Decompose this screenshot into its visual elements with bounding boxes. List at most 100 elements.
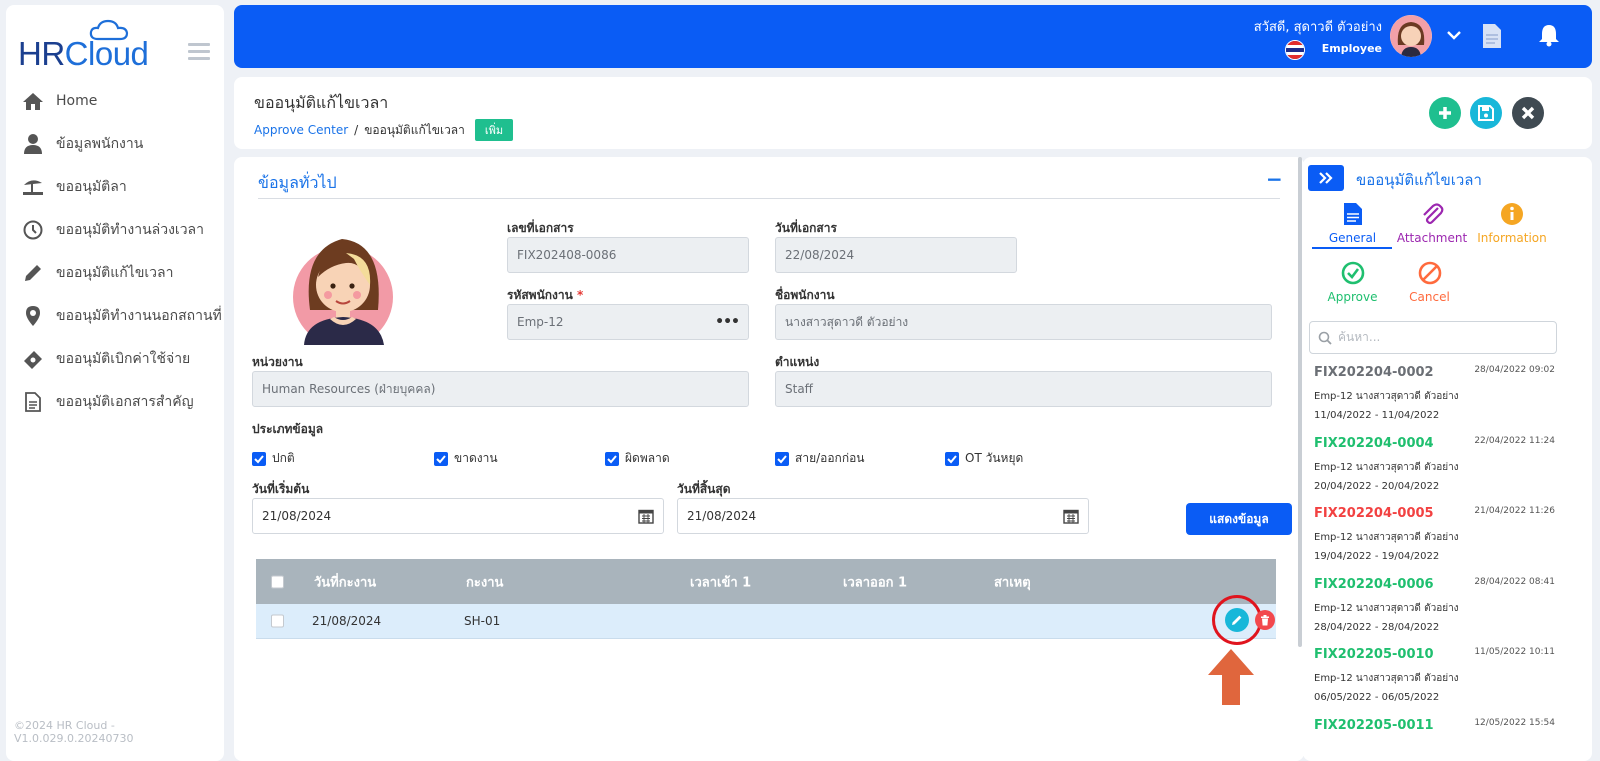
delete-row-button[interactable] [1255,610,1275,630]
col-header-shift-date[interactable]: วันที่กะงาน [314,571,376,592]
hrcloud-logo[interactable]: HRCloud [18,19,158,73]
checkbox-label: ผิดพลาด [625,451,670,465]
emp-code-label: รหัสพนักงาน * [507,286,583,305]
list-item[interactable]: FIX202204-0005 21/04/2022 11:26 Emp-12 น… [1303,503,1592,574]
mode-badge: เพิ่ม [474,119,514,141]
sidebar-item-documents[interactable]: ขออนุมัติเอกสารสำคัญ [6,380,224,423]
list-item-date-range: 06/05/2022 - 06/05/2022 [1314,692,1440,703]
sidebar-item-employee-info[interactable]: ข้อมูลพนักงาน [6,122,224,165]
avatar[interactable] [1390,15,1432,57]
tab-label: Information [1477,231,1547,245]
add-button[interactable] [1429,97,1461,129]
show-data-button[interactable]: แสดงข้อมูล [1186,503,1292,535]
general-info-card: ข้อมูลทั่วไป − เลขที่เอกสาร FIX202408-00… [234,157,1304,761]
select-all-checkbox[interactable] [271,575,284,588]
save-icon [1478,105,1494,121]
list-item[interactable]: FIX202204-0002 28/04/2022 09:02 Emp-12 น… [1303,362,1592,433]
checkbox-late-early[interactable]: สาย/ออกก่อน [775,449,865,468]
collapse-button[interactable]: − [1266,167,1283,191]
plus-icon [1439,107,1451,119]
list-item[interactable]: FIX202204-0006 28/04/2022 08:41 Emp-12 น… [1303,574,1592,645]
cancel-action[interactable]: Cancel [1402,260,1457,304]
col-header-time-in-1[interactable]: เวลาเข้า 1 [690,571,751,592]
approve-action[interactable]: Approve [1325,260,1380,304]
more-options-icon[interactable]: ••• [715,314,740,330]
panel-toggle-button[interactable] [1308,165,1344,191]
close-button[interactable] [1512,97,1544,129]
page-header: ขออนุมัติแก้ไขเวลา Approve Center / ขออน… [234,77,1592,149]
money-icon [22,348,44,370]
list-item-date-range: 20/04/2022 - 20/04/2022 [1314,480,1440,492]
chevron-down-icon[interactable] [1446,27,1462,47]
sidebar-item-expense[interactable]: ขออนุมัติเบิกค่าใช้จ่าย [6,337,224,380]
breadcrumb-link-approve-center[interactable]: Approve Center [254,123,348,137]
breadcrumb: Approve Center / ขออนุมัติแก้ไขเวลา เพิ่… [254,119,514,141]
menu-toggle-icon[interactable] [188,43,210,61]
sidebar-item-offsite[interactable]: ขออนุมัติทำงานนอกสถานที่ [6,294,224,337]
user-role: Employee [1321,42,1382,55]
emp-code-value: Emp-12 [517,315,564,329]
doc-no-field: FIX202408-0086 [507,237,749,273]
list-item-employee: Emp-12 นางสาวสุดาวดี ตัวอย่าง [1314,461,1459,473]
scrollbar[interactable] [1298,157,1302,647]
clock-icon [22,219,44,241]
emp-code-field[interactable]: Emp-12 ••• [507,304,749,340]
breadcrumb-separator: / [354,123,359,137]
col-header-shift[interactable]: กะงาน [466,571,503,592]
checkbox-absent[interactable]: ขาดงาน [434,449,498,468]
checkbox-label: OT วันหยุด [965,451,1024,465]
thai-flag-icon[interactable] [1285,40,1305,60]
copyright-text: ©2024 HR Cloud -V1.0.029.0.20240730 [14,719,134,745]
tab-general[interactable]: General [1325,201,1380,245]
doc-date-label: วันที่เอกสาร [775,221,837,235]
type-label: ประเภทข้อมูล [252,422,324,436]
checkbox-error[interactable]: ผิดพลาด [605,449,670,468]
list-item[interactable]: FIX202204-0004 22/04/2022 11:24 Emp-12 น… [1303,433,1592,504]
checkbox-label: สาย/ออกก่อน [795,451,865,465]
right-panel: ขออนุมัติแก้ไขเวลา General Attachment In… [1303,157,1592,761]
sidebar-item-label: ขออนุมัติทำงานล่วงเวลา [56,221,204,238]
checkbox-normal[interactable]: ปกติ [252,449,295,468]
position-label: ตำแหน่ง [775,355,820,369]
tab-information[interactable]: Information [1477,201,1547,245]
list-item-datetime: 21/04/2022 11:26 [1474,506,1555,516]
checkbox-checked-icon [434,451,448,466]
document-icon[interactable] [1482,23,1502,53]
list-item-datetime: 22/04/2022 11:24 [1474,435,1555,446]
shift-table: วันที่กะงาน กะงาน เวลาเข้า 1 เวลาออก 1 ส… [256,559,1276,645]
row-checkbox[interactable] [271,614,284,628]
beach-icon [22,176,44,198]
end-date-input[interactable]: 21/08/2024 [677,498,1089,534]
sidebar-item-leave[interactable]: ขออนุมัติลา [6,165,224,208]
save-button[interactable] [1470,97,1502,129]
action-label: Cancel [1409,290,1450,304]
sidebar-item-time-fix[interactable]: ขออนุมัติแก้ไขเวลา [6,251,224,294]
search-input[interactable]: ค้นหา... [1309,321,1557,354]
col-header-reason[interactable]: สาเหตุ [994,571,1031,592]
start-date-input[interactable]: 21/08/2024 [252,498,664,534]
emp-name-label: ชื่อพนักงาน [775,288,835,302]
edit-row-button[interactable] [1225,608,1249,632]
list-item[interactable]: FIX202205-0010 11/05/2022 10:11 Emp-12 น… [1303,644,1592,715]
table-row[interactable]: 21/08/2024 SH-01 [256,595,1276,645]
search-icon [1318,331,1332,345]
list-item-date-range: 19/04/2022 - 19/04/2022 [1314,551,1440,562]
checkbox-checked-icon [252,451,266,466]
sidebar-nav: Home ข้อมูลพนักงาน ขออนุมัติลา ขออนุมัติ… [6,79,224,423]
row-shift: SH-01 [464,614,501,628]
calendar-icon[interactable] [638,508,654,524]
list-item-datetime: 28/04/2022 08:41 [1474,576,1555,587]
col-header-time-out-1[interactable]: เวลาออก 1 [843,571,907,592]
user-icon [22,133,44,155]
bell-icon[interactable] [1538,23,1560,51]
emp-name-field: นางสาวสุดาวดี ตัวอย่าง [775,304,1272,340]
sidebar-item-overtime[interactable]: ขออนุมัติทำงานล่วงเวลา [6,208,224,251]
calendar-icon[interactable] [1063,508,1079,524]
list-item[interactable]: FIX202205-0011 12/05/2022 15:54 [1303,715,1592,761]
tab-attachment[interactable]: Attachment [1397,201,1467,245]
start-date-value: 21/08/2024 [262,509,332,523]
active-tab-indicator [1312,247,1392,249]
sidebar-item-home[interactable]: Home [6,79,224,122]
paperclip-icon [1420,201,1444,227]
checkbox-ot-holiday[interactable]: OT วันหยุด [945,449,1023,468]
